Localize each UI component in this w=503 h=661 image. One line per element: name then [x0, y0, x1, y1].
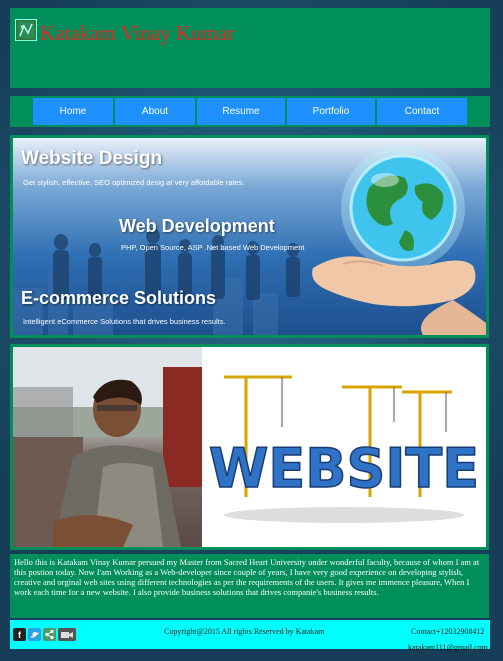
contact-phone: Contact+12032908412	[411, 627, 485, 636]
profile-photo-illustration	[13, 347, 202, 547]
nav-resume[interactable]: Resume	[197, 98, 285, 125]
website-3d-text: WEBSITE	[209, 437, 479, 500]
nav-contact[interactable]: Contact	[377, 98, 467, 125]
main-nav: Home About Resume Portfolio Contact	[10, 96, 490, 127]
website-construction-image: WEBSITE	[202, 347, 486, 547]
services-banner: Website Design Get stylish, effective, S…	[10, 135, 489, 338]
copyright-text: Copyright@2015 All rights Reserved by Ka…	[164, 627, 325, 636]
banner-image: Website Design Get stylish, effective, S…	[13, 138, 486, 335]
nav-about[interactable]: About	[115, 98, 195, 125]
twitter-icon[interactable]	[28, 628, 41, 641]
website-construction-illustration: WEBSITE	[208, 375, 480, 523]
banner-heading-design: Website Design	[21, 148, 163, 169]
contact-email[interactable]: katakam111@gmail.com	[408, 643, 488, 652]
logo-icon[interactable]	[15, 19, 37, 41]
banner-sub-ecommerce: Intelligent eCommerce Solutions that dri…	[23, 317, 226, 326]
banner-heading-ecommerce: E-commerce Solutions	[21, 288, 217, 308]
photo-row: WEBSITE	[10, 344, 489, 550]
facebook-icon[interactable]: f	[13, 628, 26, 641]
about-text: Hello this is Katakam Vinay Kumar persue…	[10, 554, 489, 618]
share-icon[interactable]	[43, 628, 56, 641]
profile-photo	[13, 347, 202, 547]
site-header: Katakam Vinay Kumar	[10, 8, 490, 88]
video-icon[interactable]	[58, 628, 76, 641]
banner-heading-development: Web Development	[119, 216, 275, 236]
site-title: Katakam Vinay Kumar	[40, 21, 235, 45]
banner-sub-development: PHP, Open Source, ASP .Net based Web Dev…	[121, 243, 305, 252]
nav-portfolio[interactable]: Portfolio	[287, 98, 375, 125]
banner-sub-design: Get stylish, effective, SEO optimized de…	[23, 178, 245, 187]
nav-home[interactable]: Home	[33, 98, 113, 125]
